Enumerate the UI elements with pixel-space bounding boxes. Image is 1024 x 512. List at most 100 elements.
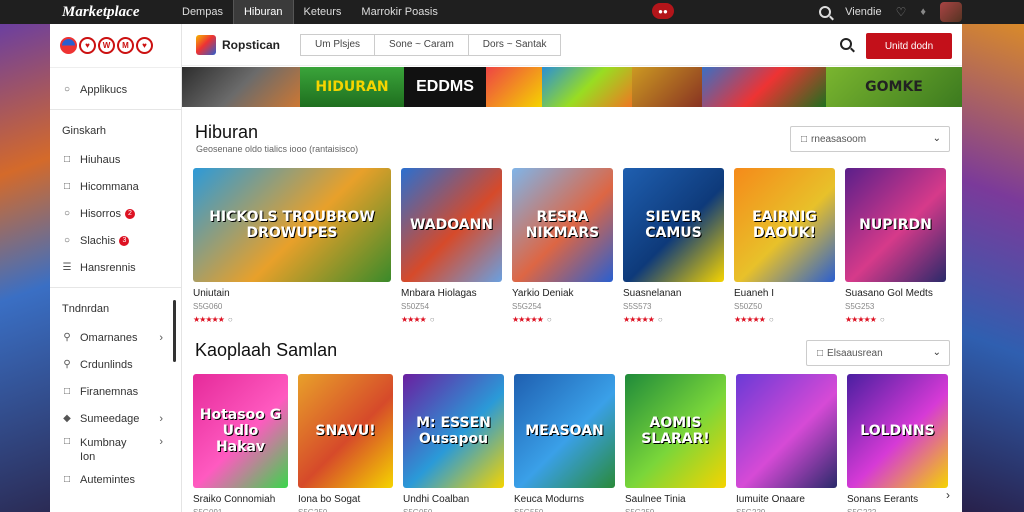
notification-badge[interactable]: ●● bbox=[652, 3, 674, 19]
sidebar-item-omarnanes[interactable]: ⚲ Omarnanes › bbox=[50, 324, 181, 351]
game-thumbnail[interactable] bbox=[736, 374, 837, 488]
game-card[interactable]: Iumuite Onaare S5G229 bbox=[736, 374, 837, 512]
card-icon: □ bbox=[63, 181, 71, 192]
game-title[interactable]: Sraiko Connomiah bbox=[193, 494, 288, 505]
game-title[interactable]: Undhi Coalban bbox=[403, 494, 504, 505]
sidebar-scrollbar[interactable] bbox=[173, 300, 176, 362]
sidebar-item-firanemnas[interactable]: □ Firanemnas bbox=[50, 378, 181, 405]
banner-tile[interactable] bbox=[542, 67, 632, 107]
search-icon[interactable] bbox=[819, 6, 832, 18]
game-card[interactable]: M: ESSEN Ousapou Undhi Coalban S5G050 bbox=[403, 374, 504, 512]
game-card[interactable]: RESRA NIKMARS Yarkio Deniak S5G254 ★★★★★ ○ bbox=[512, 168, 613, 324]
top-tab-0[interactable]: Dempas bbox=[172, 0, 233, 24]
sidebar-item-hicommana[interactable]: □ Hicommana bbox=[50, 173, 181, 200]
banner-tile[interactable] bbox=[182, 67, 300, 107]
banner-tile[interactable]: HIDURAN bbox=[300, 67, 404, 107]
game-title[interactable]: Euaneh I bbox=[734, 288, 835, 299]
game-title[interactable]: Iumuite Onaare bbox=[736, 494, 837, 505]
rating-stars: ★★★★★ ○ bbox=[845, 315, 946, 324]
cta-button[interactable]: Unitd dodn bbox=[866, 33, 952, 59]
sidebar-item-hansrennis[interactable]: ☰ Hansrennis bbox=[50, 254, 181, 281]
user-name[interactable]: Viendie bbox=[845, 6, 882, 18]
game-card[interactable]: EAIRNIG DAOUK! Euaneh I S50Z50 ★★★★★ ○ bbox=[734, 168, 835, 324]
rating-value: ★★★★ bbox=[401, 315, 427, 324]
banner-tile[interactable] bbox=[632, 67, 702, 107]
sidebar-item-hisorros[interactable]: ○ Hisorros 2 bbox=[50, 200, 181, 227]
game-title[interactable]: Yarkio Deniak bbox=[512, 288, 613, 299]
banner-tile[interactable] bbox=[702, 67, 826, 107]
sort-dropdown[interactable]: □ rneasasoom ⌄ bbox=[790, 126, 950, 152]
filter-chip-0[interactable]: Um Plsjes bbox=[300, 33, 376, 56]
logo-chip-1: ♥ bbox=[79, 37, 96, 54]
game-thumbnail[interactable]: AOMIS SLARAR! bbox=[625, 374, 726, 488]
game-card[interactable]: MEASOAN Keuca Modurns S5G550 bbox=[514, 374, 615, 512]
info-icon[interactable]: ○ bbox=[547, 315, 552, 324]
rating-stars: ★★★★★ ○ bbox=[512, 315, 613, 324]
game-card[interactable]: HICKOLS TROUBROW DROWUPES Uniutain S5G060 ★… bbox=[193, 168, 391, 324]
info-icon[interactable]: ○ bbox=[769, 315, 774, 324]
game-card[interactable]: SNAVU! Iona bo Sogat S5G250 bbox=[298, 374, 393, 512]
sidebar-item-label: Hiuhaus bbox=[80, 153, 121, 166]
info-icon[interactable]: ○ bbox=[880, 315, 885, 324]
game-thumbnail[interactable]: WADOANN bbox=[401, 168, 502, 282]
sidebar-item-applikucs[interactable]: ○ Applikucs bbox=[50, 76, 181, 103]
game-title[interactable]: Saulnee Tinia bbox=[625, 494, 726, 505]
banner-tile[interactable]: EDDMS bbox=[404, 67, 486, 107]
sort-dropdown[interactable]: □ Elsaausrean ⌄ bbox=[806, 340, 950, 366]
banner-tile[interactable] bbox=[486, 67, 542, 107]
sidebar-item-crdunlinds[interactable]: ⚲ Crdunlinds bbox=[50, 351, 181, 378]
game-title[interactable]: Suasnelanan bbox=[623, 288, 724, 299]
game-title[interactable]: Sonans Eerants bbox=[847, 494, 948, 505]
game-title[interactable]: Keuca Modurns bbox=[514, 494, 615, 505]
game-title[interactable]: Uniutain bbox=[193, 288, 391, 299]
game-card[interactable]: NUPIRDN Suasano Gol Medts S5G253 ★★★★★ ○ bbox=[845, 168, 946, 324]
bell-icon[interactable]: ♦ bbox=[920, 6, 926, 18]
game-card[interactable]: AOMIS SLARAR! Saulnee Tinia S5G259 bbox=[625, 374, 726, 512]
circle-icon: ○ bbox=[63, 235, 71, 246]
brand-logo-text[interactable]: Marketplace bbox=[0, 4, 172, 21]
chevron-right-icon[interactable]: › bbox=[946, 488, 950, 502]
sidebar-item-sumeedage[interactable]: ◆ Sumeedage › bbox=[50, 405, 181, 432]
sidebar-item-label: Hisorros bbox=[80, 207, 121, 220]
game-thumbnail[interactable]: LOLDNNS bbox=[847, 374, 948, 488]
search-icon: ⚲ bbox=[63, 332, 71, 343]
game-card[interactable]: Hotasoo G Udlo Hakav Sraiko Connomiah S5G0… bbox=[193, 374, 288, 512]
game-thumbnail[interactable]: M: ESSEN Ousapou bbox=[403, 374, 504, 488]
info-icon[interactable]: ○ bbox=[658, 315, 663, 324]
main-content: Ropstican Um Plsjes Sone ~ Caram Dors ~ … bbox=[182, 24, 962, 512]
game-title[interactable]: Suasano Gol Medts bbox=[845, 288, 946, 299]
game-thumbnail[interactable]: MEASOAN bbox=[514, 374, 615, 488]
game-thumbnail[interactable]: Hotasoo G Udlo Hakav bbox=[193, 374, 288, 488]
info-icon[interactable]: ○ bbox=[430, 315, 435, 324]
store-logo-icon[interactable] bbox=[196, 34, 216, 55]
store-name[interactable]: Ropstican bbox=[222, 38, 280, 52]
search-icon[interactable] bbox=[840, 38, 852, 50]
avatar[interactable] bbox=[940, 2, 962, 22]
game-thumbnail[interactable]: RESRA NIKMARS bbox=[512, 168, 613, 282]
filter-chip-2[interactable]: Dors ~ Santak bbox=[468, 33, 562, 56]
sidebar-item-slachis[interactable]: ○ Slachis 3 bbox=[50, 227, 181, 254]
sidebar-item-kumbnay[interactable]: □ Kumbnay Ion › bbox=[50, 432, 181, 466]
filter-chip-1[interactable]: Sone ~ Caram bbox=[375, 33, 469, 56]
game-card[interactable]: SIEVER CAMUS Suasnelanan S5S573 ★★★★★ ○ bbox=[623, 168, 724, 324]
game-thumbnail[interactable]: SNAVU! bbox=[298, 374, 393, 488]
game-card[interactable]: LOLDNNS Sonans Eerants S5G222 bbox=[847, 374, 948, 512]
promo-banner[interactable]: HIDURAN EDDMS GOMKE bbox=[182, 67, 962, 107]
top-tab-1[interactable]: Hiburan bbox=[232, 0, 294, 24]
game-title[interactable]: Iona bo Sogat bbox=[298, 494, 393, 505]
sidebar-logo[interactable]: ♥ W M ♥ bbox=[50, 24, 181, 68]
top-tab-2[interactable]: Keteurs bbox=[294, 0, 352, 24]
game-thumbnail[interactable]: EAIRNIG DAOUK! bbox=[734, 168, 835, 282]
sidebar-item-hiuhaus[interactable]: □ Hiuhaus bbox=[50, 146, 181, 173]
game-thumbnail[interactable]: SIEVER CAMUS bbox=[623, 168, 724, 282]
info-icon[interactable]: ○ bbox=[228, 315, 233, 324]
game-card[interactable]: WADOANN Mnbara Hiolagas S50Z54 ★★★★ ○ bbox=[401, 168, 502, 324]
game-thumbnail[interactable]: HICKOLS TROUBROW DROWUPES bbox=[193, 168, 391, 282]
sidebar-item-sublabel: Ion bbox=[80, 451, 96, 463]
game-thumbnail[interactable]: NUPIRDN bbox=[845, 168, 946, 282]
banner-tile[interactable]: GOMKE bbox=[826, 67, 962, 107]
game-title[interactable]: Mnbara Hiolagas bbox=[401, 288, 502, 299]
heart-icon[interactable]: ♡ bbox=[896, 5, 907, 19]
sidebar-item-autemintes[interactable]: □ Autemintes bbox=[50, 466, 181, 493]
top-tab-3[interactable]: Marrokir Poasis bbox=[351, 0, 447, 24]
